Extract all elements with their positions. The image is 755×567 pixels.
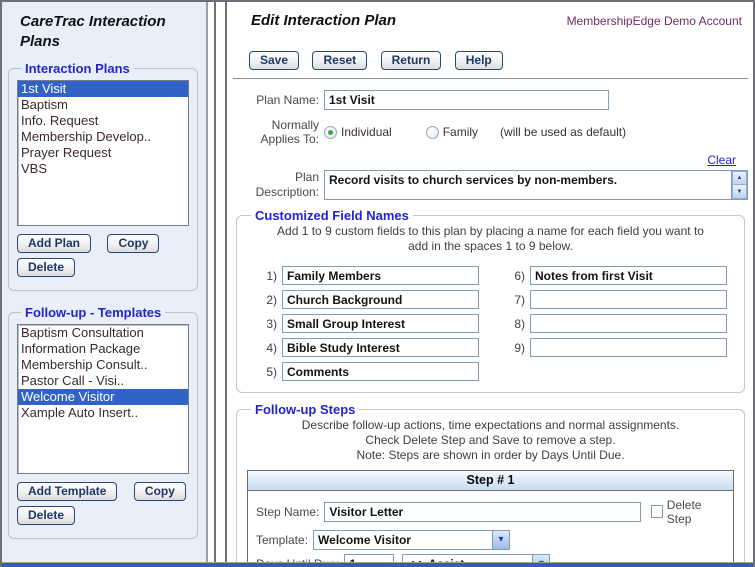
panel-divider [214,2,216,562]
step-1-box: Step # 1 Step Name: Delete Step Template… [247,470,734,562]
step-1-header: Step # 1 [248,471,733,491]
custom-field-input-9[interactable] [530,338,727,357]
clear-description-link[interactable]: Clear [707,153,736,167]
customized-fields-group: Customized Field Names Add 1 to 9 custom… [236,208,745,393]
copy-template-button[interactable]: Copy [134,482,186,501]
plan-description-label: Plan Description: [235,170,319,199]
customized-fields-legend: Customized Field Names [251,208,413,223]
delete-step-checkbox[interactable] [651,505,663,518]
return-button[interactable]: Return [381,51,442,70]
plan-list-item[interactable]: Prayer Request [18,145,188,161]
followup-steps-legend: Follow-up Steps [251,402,359,417]
plan-list-item[interactable]: VBS [18,161,188,177]
template-select[interactable]: Welcome Visitor ▾ [313,530,510,550]
delete-step-label: Delete Step [667,498,725,526]
edit-plan-panel: Edit Interaction Plan MembershipEdge Dem… [225,2,753,562]
applies-default-note: (will be used as default) [500,125,626,139]
custom-field-input-1[interactable] [282,266,479,285]
add-template-button[interactable]: Add Template [17,482,117,501]
field-number: 6) [503,269,525,283]
customized-fields-instructions: Add 1 to 9 custom fields to this plan by… [245,224,736,255]
plan-list-item[interactable]: Info. Request [18,113,188,129]
template-list-item[interactable]: Baptism Consultation [18,325,188,341]
template-label: Template: [256,533,308,547]
days-until-due-input[interactable] [344,554,394,562]
custom-field-input-7[interactable] [530,290,727,309]
plan-list-item[interactable]: Baptism [18,97,188,113]
help-button[interactable]: Help [455,51,503,70]
followup-steps-instructions: Describe follow-up actions, time expecta… [245,418,736,464]
family-radio[interactable] [426,126,439,139]
save-button[interactable]: Save [249,51,299,70]
app-title: CareTrac Interaction Plans [20,12,194,51]
field-number: 5) [255,365,277,379]
chevron-down-icon: ▾ [532,555,549,562]
custom-field-input-2[interactable] [282,290,479,309]
delete-template-button[interactable]: Delete [17,506,75,525]
followup-steps-group: Follow-up Steps Describe follow-up actio… [236,402,745,563]
individual-radio[interactable] [324,126,337,139]
template-list-item[interactable]: Welcome Visitor [18,389,188,405]
interaction-plans-listbox[interactable]: 1st Visit Baptism Info. Request Membersh… [17,80,189,226]
interaction-plans-legend: Interaction Plans [21,61,134,76]
assist-select[interactable]: <<- Assist ▾ [402,554,550,562]
followup-templates-legend: Follow-up - Templates [21,305,165,320]
bottom-strip [2,562,753,567]
field-number: 3) [255,317,277,331]
toolbar: Save Reset Return Help [249,51,748,70]
field-number: 4) [255,341,277,355]
individual-radio-label: Individual [341,125,392,139]
plan-description-textarea[interactable]: Record visits to church services by non-… [324,170,748,200]
field-number: 7) [503,293,525,307]
toolbar-divider [233,78,748,80]
custom-field-input-8[interactable] [530,314,727,333]
field-number: 9) [503,341,525,355]
description-scrollbar: ▲ ▼ [731,171,747,199]
interaction-plans-group: Interaction Plans 1st Visit Baptism Info… [8,61,198,291]
custom-field-input-6[interactable] [530,266,727,285]
scroll-down-icon[interactable]: ▼ [732,185,747,199]
field-number: 2) [255,293,277,307]
plan-name-label: Plan Name: [235,93,319,107]
followup-templates-group: Follow-up - Templates Baptism Consultati… [8,305,198,539]
template-list-item[interactable]: Information Package [18,341,188,357]
applies-to-label: Normally Applies To: [235,118,319,147]
sidebar: CareTrac Interaction Plans Interaction P… [2,2,208,562]
plan-name-input[interactable] [324,90,609,110]
add-plan-button[interactable]: Add Plan [17,234,91,253]
scroll-up-icon[interactable]: ▲ [732,171,747,186]
chevron-down-icon: ▾ [492,531,509,549]
template-list-item[interactable]: Xample Auto Insert.. [18,405,188,421]
step-name-input[interactable] [324,502,640,522]
plan-list-item[interactable]: 1st Visit [18,81,188,97]
custom-field-input-3[interactable] [282,314,479,333]
plan-description-text: Record visits to church services by non-… [325,171,731,199]
account-name: MembershipEdge Demo Account [567,14,742,28]
field-number: 1) [255,269,277,283]
delete-plan-button[interactable]: Delete [17,258,75,277]
page-title: Edit Interaction Plan [251,12,396,29]
template-list-item[interactable]: Pastor Call - Visi.. [18,373,188,389]
family-radio-label: Family [443,125,478,139]
caretrac-window: CareTrac Interaction Plans Interaction P… [0,0,755,567]
reset-button[interactable]: Reset [312,51,367,70]
copy-plan-button[interactable]: Copy [107,234,159,253]
template-list-item[interactable]: Membership Consult.. [18,357,188,373]
custom-field-input-4[interactable] [282,338,479,357]
custom-field-input-5[interactable] [282,362,479,381]
field-number: 8) [503,317,525,331]
step-name-label: Step Name: [256,505,319,519]
followup-templates-listbox[interactable]: Baptism Consultation Information Package… [17,324,189,474]
plan-list-item[interactable]: Membership Develop.. [18,129,188,145]
